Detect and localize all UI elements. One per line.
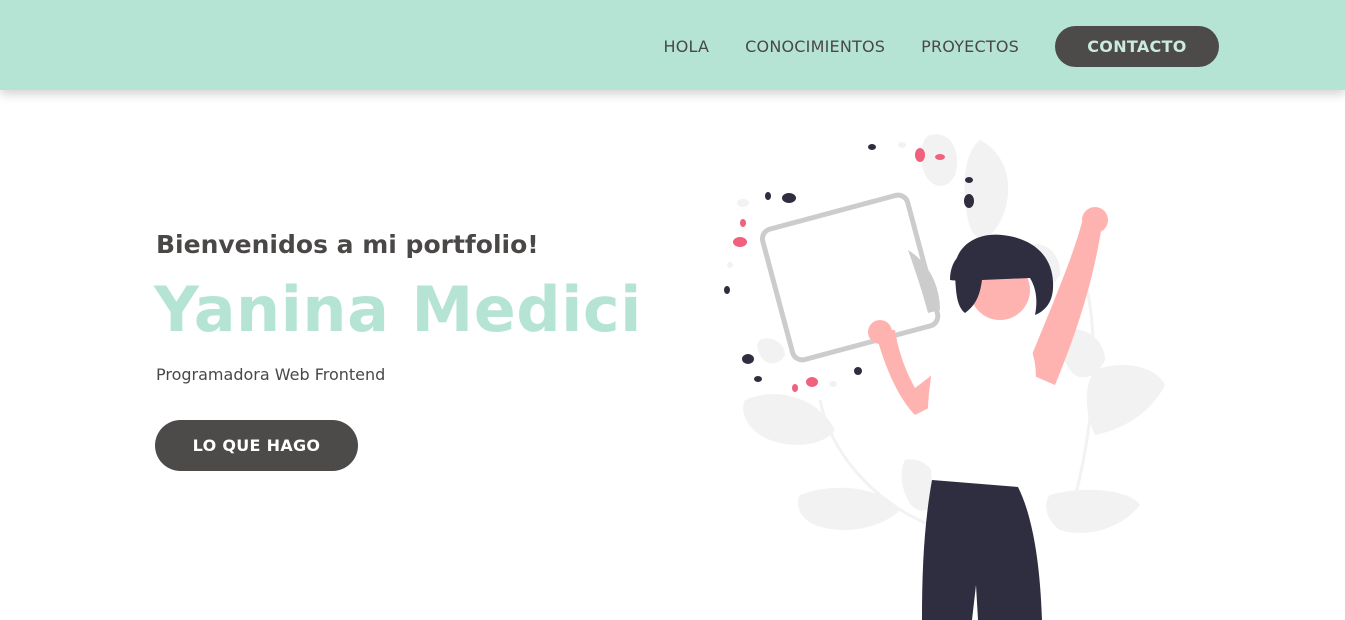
hero-greeting: Bienvenidos a mi portfolio! <box>156 230 539 259</box>
nav-menu: HOLA CONOCIMIENTOS PROYECTOS CONTACTO <box>664 26 1219 67</box>
hero-illustration-svg <box>724 134 1165 620</box>
hero-name: Yanina Medici <box>154 273 642 346</box>
pants <box>922 480 1042 620</box>
hero-role: Programadora Web Frontend <box>156 365 386 384</box>
nav-link-hola[interactable]: HOLA <box>664 37 710 56</box>
shirt <box>927 312 1036 490</box>
what-i-do-button[interactable]: LO QUE HAGO <box>155 420 358 471</box>
woman-holding-tablet-illustration <box>700 130 1200 620</box>
tablet <box>759 192 941 363</box>
contact-button[interactable]: CONTACTO <box>1055 26 1219 67</box>
nav-link-conocimientos[interactable]: CONOCIMIENTOS <box>745 37 885 56</box>
nav-link-proyectos[interactable]: PROYECTOS <box>921 37 1019 56</box>
top-navbar: HOLA CONOCIMIENTOS PROYECTOS CONTACTO <box>0 0 1345 90</box>
